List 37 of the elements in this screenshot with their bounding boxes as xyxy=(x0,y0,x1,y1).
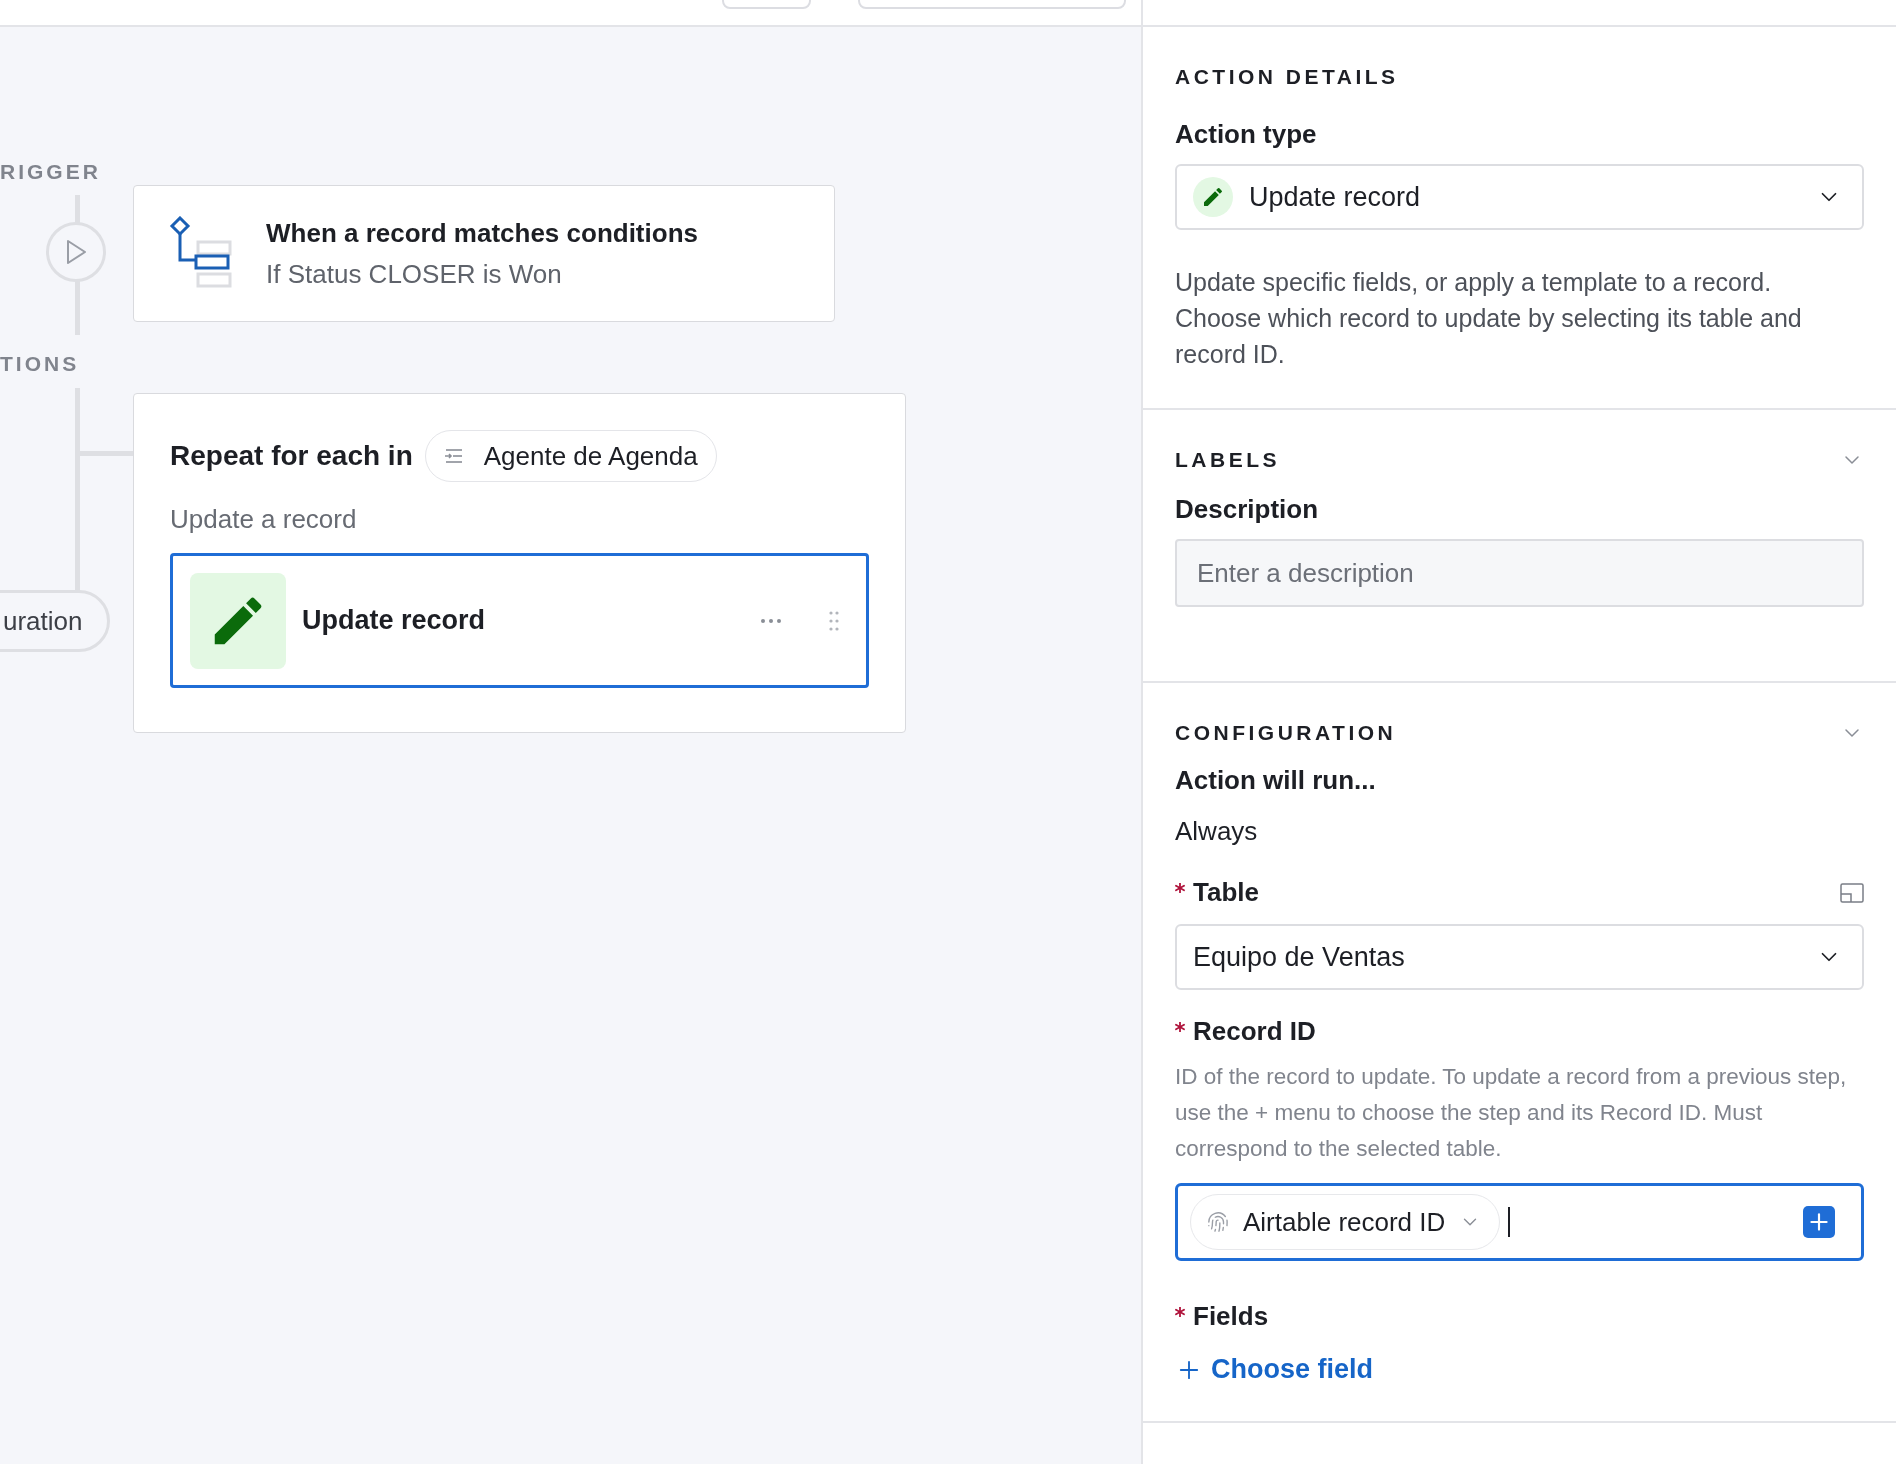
section-heading: LABELS xyxy=(1175,448,1280,472)
field-label: Action will run... xyxy=(1175,765,1377,796)
text-cursor xyxy=(1508,1207,1511,1237)
field-label: Record ID xyxy=(1193,1016,1317,1047)
play-icon xyxy=(65,239,87,265)
step-label: Update record xyxy=(302,605,487,636)
play-button[interactable] xyxy=(46,222,106,282)
field-label: Action type xyxy=(1175,119,1318,150)
pencil-icon xyxy=(1201,185,1225,209)
action-subtitle: Update a record xyxy=(170,504,358,535)
field-label: Table xyxy=(1193,877,1260,908)
action-type-select[interactable]: Update record xyxy=(1175,164,1864,230)
repeat-title: Repeat for each in xyxy=(170,440,413,472)
drag-handle-icon[interactable] xyxy=(828,609,840,632)
trigger-condition: If Status CLOSER is Won xyxy=(266,258,563,290)
trigger-card[interactable]: When a record matches conditions If Status CLOSER is Won xyxy=(133,185,835,322)
record-id-field[interactable]: Airtable record ID xyxy=(1175,1183,1864,1261)
action-step[interactable]: Update record xyxy=(170,553,869,688)
list-icon xyxy=(443,448,464,464)
stage-label: RIGGER xyxy=(0,160,101,184)
fingerprint-icon xyxy=(1207,1211,1229,1233)
field-label: Fields xyxy=(1193,1301,1270,1332)
field-label: Description xyxy=(1175,494,1320,525)
description-input[interactable]: Enter a description xyxy=(1175,539,1864,607)
help-text: ID of the record to update. To update a record from a previous step, use the + menu to choose the step and its Record ID. Must correspond to the selected table. xyxy=(1175,1063,1848,1163)
stage-label: TIONS xyxy=(0,352,80,376)
section-heading: ACTION DETAILS xyxy=(1175,65,1400,89)
action-description: Update specific fields, or apply a template to a record. Choose which record to update by selecting its table and record ID. xyxy=(1175,267,1803,370)
more-icon[interactable] xyxy=(760,617,782,624)
table-select[interactable]: Equipo de Ventas xyxy=(1175,924,1864,990)
panel-icon[interactable] xyxy=(1840,882,1864,903)
side-pill[interactable]: uration xyxy=(0,590,110,652)
insert-button[interactable] xyxy=(1803,1206,1835,1238)
section-heading: CONFIGURATION xyxy=(1175,721,1397,745)
run-condition: Always xyxy=(1175,816,1259,847)
choose-field-link[interactable]: Choose field xyxy=(1175,1354,1373,1385)
trigger-title: When a record matches conditions xyxy=(266,217,698,249)
